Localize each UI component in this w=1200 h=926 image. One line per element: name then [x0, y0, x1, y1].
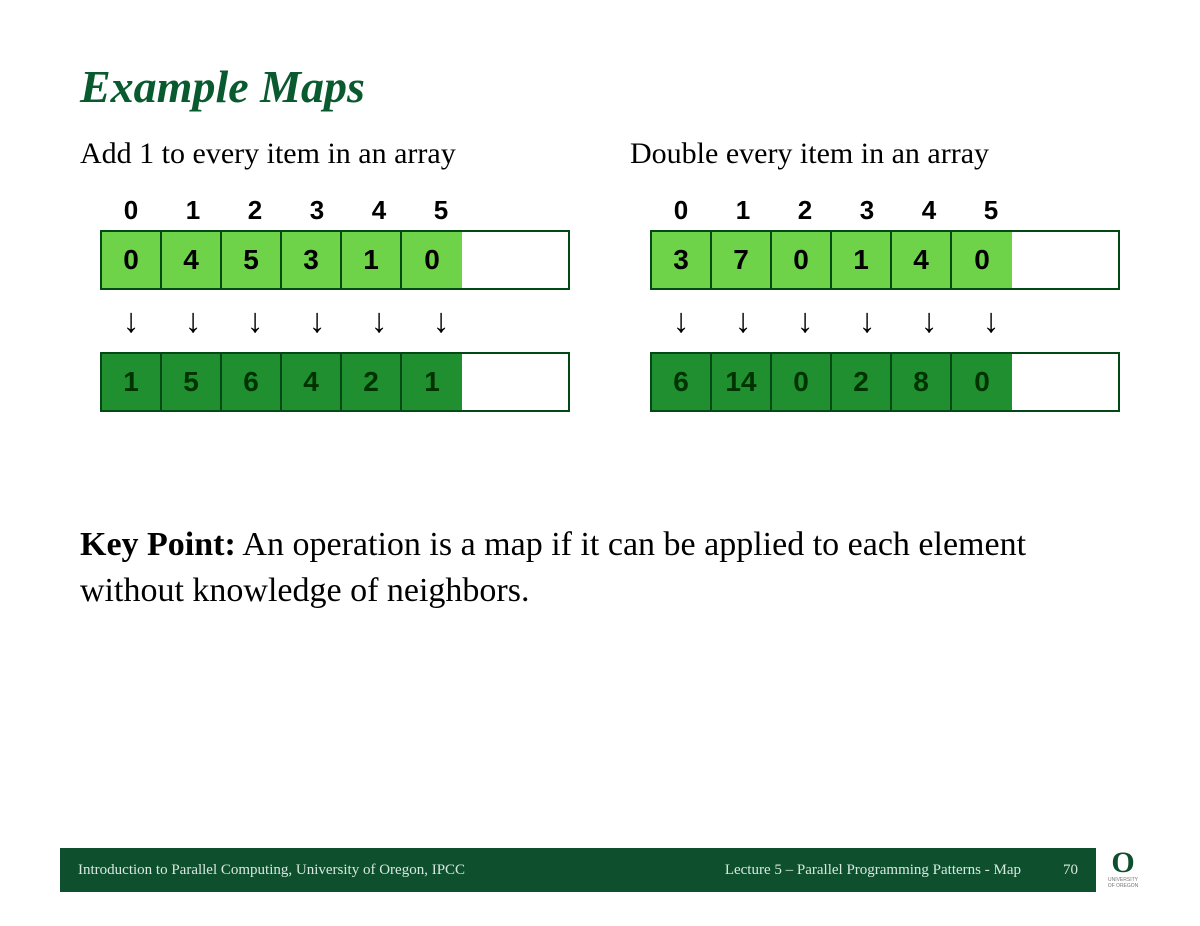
array-cell: 0	[772, 354, 832, 410]
array-cell: 0	[952, 232, 1012, 288]
key-point: Key Point: An operation is a map if it c…	[80, 522, 1120, 614]
down-arrow-icon: ↓	[712, 304, 774, 338]
right-array-block: 0 1 2 3 4 5 3 7 0 1 4 0 ↓ ↓	[650, 195, 1120, 412]
array-cell: 6	[652, 354, 712, 410]
down-arrow-icon: ↓	[162, 304, 224, 338]
left-index-row: 0 1 2 3 4 5	[100, 195, 570, 230]
right-subtitle: Double every item in an array	[630, 137, 1120, 171]
right-arrows: ↓ ↓ ↓ ↓ ↓ ↓	[650, 304, 1120, 338]
array-cell: 1	[832, 232, 892, 288]
down-arrow-icon: ↓	[100, 304, 162, 338]
array-cell: 5	[222, 232, 282, 288]
array-cell: 0	[772, 232, 832, 288]
left-subtitle: Add 1 to every item in an array	[80, 137, 570, 171]
footer-bar: Introduction to Parallel Computing, Univ…	[60, 848, 1096, 892]
array-cell: 0	[952, 354, 1012, 410]
oregon-logo-subtext: UNIVERSITY OF OREGON	[1106, 878, 1140, 889]
index-cell: 2	[774, 195, 836, 230]
array-cell: 1	[402, 354, 462, 410]
down-arrow-icon: ↓	[960, 304, 1022, 338]
oregon-logo-icon: O UNIVERSITY OF OREGON	[1106, 848, 1140, 892]
array-cell: 8	[892, 354, 952, 410]
array-cell: 2	[342, 354, 402, 410]
array-cell: 7	[712, 232, 772, 288]
array-cell: 0	[402, 232, 462, 288]
right-input-array: 3 7 0 1 4 0	[650, 230, 1120, 290]
index-cell: 4	[348, 195, 410, 230]
index-cell: 1	[162, 195, 224, 230]
array-cell: 6	[222, 354, 282, 410]
right-index-row: 0 1 2 3 4 5	[650, 195, 1120, 230]
array-cell: 4	[282, 354, 342, 410]
examples-columns: Add 1 to every item in an array 0 1 2 3 …	[80, 137, 1120, 412]
slide: Example Maps Add 1 to every item in an a…	[0, 0, 1200, 926]
key-point-label: Key Point:	[80, 526, 236, 563]
left-output-array: 1 5 6 4 2 1	[100, 352, 570, 412]
index-cell: 0	[650, 195, 712, 230]
example-left: Add 1 to every item in an array 0 1 2 3 …	[80, 137, 570, 412]
index-cell: 5	[960, 195, 1022, 230]
down-arrow-icon: ↓	[410, 304, 472, 338]
array-cell: 5	[162, 354, 222, 410]
index-cell: 0	[100, 195, 162, 230]
index-cell: 3	[836, 195, 898, 230]
footer-right-group: Lecture 5 – Parallel Programming Pattern…	[725, 862, 1078, 879]
slide-title: Example Maps	[80, 60, 1120, 113]
index-cell: 2	[224, 195, 286, 230]
right-output-array: 6 14 0 2 8 0	[650, 352, 1120, 412]
example-right: Double every item in an array 0 1 2 3 4 …	[630, 137, 1120, 412]
down-arrow-icon: ↓	[898, 304, 960, 338]
left-arrows: ↓ ↓ ↓ ↓ ↓ ↓	[100, 304, 570, 338]
down-arrow-icon: ↓	[836, 304, 898, 338]
down-arrow-icon: ↓	[774, 304, 836, 338]
array-cell: 0	[102, 232, 162, 288]
down-arrow-icon: ↓	[348, 304, 410, 338]
array-cell: 3	[282, 232, 342, 288]
down-arrow-icon: ↓	[224, 304, 286, 338]
oregon-o-glyph: O	[1111, 848, 1134, 878]
slide-footer: Introduction to Parallel Computing, Univ…	[60, 848, 1140, 892]
down-arrow-icon: ↓	[286, 304, 348, 338]
left-input-array: 0 4 5 3 1 0	[100, 230, 570, 290]
left-array-block: 0 1 2 3 4 5 0 4 5 3 1 0 ↓ ↓	[100, 195, 570, 412]
array-cell: 14	[712, 354, 772, 410]
array-cell: 4	[892, 232, 952, 288]
array-cell: 2	[832, 354, 892, 410]
index-cell: 5	[410, 195, 472, 230]
footer-page-number: 70	[1063, 862, 1078, 879]
array-cell: 1	[102, 354, 162, 410]
index-cell: 1	[712, 195, 774, 230]
footer-lecture: Lecture 5 – Parallel Programming Pattern…	[725, 862, 1021, 879]
array-cell: 4	[162, 232, 222, 288]
array-cell: 3	[652, 232, 712, 288]
down-arrow-icon: ↓	[650, 304, 712, 338]
index-cell: 4	[898, 195, 960, 230]
index-cell: 3	[286, 195, 348, 230]
array-cell: 1	[342, 232, 402, 288]
footer-course: Introduction to Parallel Computing, Univ…	[78, 862, 465, 879]
